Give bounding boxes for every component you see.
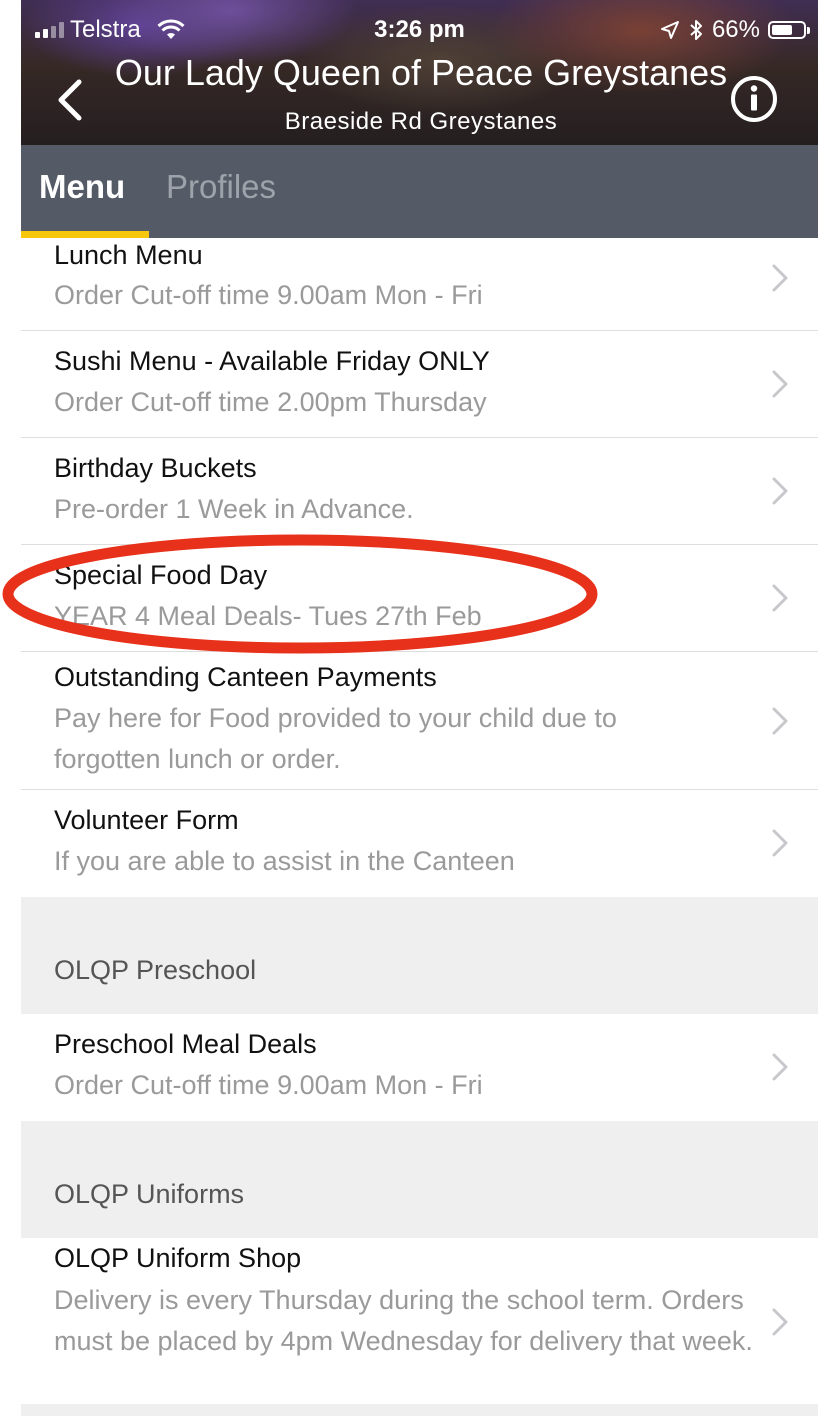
list-item-outstanding-payments[interactable]: Outstanding Canteen Payments Pay here fo… [21,652,818,790]
info-icon[interactable] [729,74,779,124]
page-title: Our Lady Queen of Peace Greystanes [114,52,728,93]
tab-menu[interactable]: Menu [39,145,125,238]
list-item-special-food-day[interactable]: Special Food Day YEAR 4 Meal Deals- Tues… [21,545,818,652]
chevron-right-icon [772,264,788,292]
list-item-subtitle: If you are able to assist in the Canteen [54,846,515,876]
section-label: OLQP Uniforms [54,1179,245,1209]
list-item-subtitle: Order Cut-off time 2.00pm Thursday [54,387,487,417]
menu-list: Lunch Menu Order Cut-off time 9.00am Mon… [21,238,818,1406]
section-label: OLQP Preschool [54,955,257,985]
tab-bar: Menu Profiles [21,145,818,238]
status-bar: Telstra 3:26 pm 66% [21,0,818,58]
bluetooth-icon [690,20,702,40]
chevron-right-icon [772,1308,788,1336]
active-tab-indicator [21,231,149,238]
chevron-right-icon [772,584,788,612]
battery-percent: 66% [711,16,760,43]
app-screen: Telstra 3:26 pm 66% Our Lady Queen of Pe… [21,0,818,1416]
chevron-left-icon [58,79,82,121]
list-item-subtitle: Order Cut-off time 9.00am Mon - Fri [54,1070,483,1100]
list-item-uniform-shop[interactable]: OLQP Uniform Shop Delivery is every Thur… [21,1238,818,1406]
list-item-title: OLQP Uniform Shop [54,1243,302,1273]
chevron-right-icon [772,707,788,735]
list-footer [21,1404,818,1416]
battery-level [772,25,792,35]
battery-icon [768,21,810,39]
list-item-subtitle: YEAR 4 Meal Deals- Tues 27th Feb [54,601,482,631]
list-item-volunteer-form[interactable]: Volunteer Form If you are able to assist… [21,790,818,897]
list-item-title: Lunch Menu [54,240,203,270]
list-item-sushi-menu[interactable]: Sushi Menu - Available Friday ONLY Order… [21,331,818,438]
list-item-subtitle: Pay here for Food provided to your child… [54,703,617,774]
list-item-preschool-meal-deals[interactable]: Preschool Meal Deals Order Cut-off time … [21,1014,818,1121]
chevron-right-icon [772,477,788,505]
chevron-right-icon [772,1053,788,1081]
tab-profiles[interactable]: Profiles [166,145,276,238]
status-right: 66% [660,16,810,44]
list-item-title: Sushi Menu - Available Friday ONLY [54,346,490,376]
list-item-subtitle: Delivery is every Thursday during the sc… [54,1285,753,1356]
list-item-subtitle: Pre-order 1 Week in Advance. [54,494,414,524]
section-header-preschool: OLQP Preschool [21,897,818,1014]
page-subtitle: Braeside Rd Greystanes [284,108,558,135]
list-item-title: Special Food Day [54,560,268,590]
list-item-title: Volunteer Form [54,805,239,835]
chevron-right-icon [772,829,788,857]
location-arrow-icon [660,21,679,39]
chevron-right-icon [772,370,788,398]
section-header-uniforms: OLQP Uniforms [21,1121,818,1238]
list-item-title: Outstanding Canteen Payments [54,662,437,692]
header: Telstra 3:26 pm 66% Our Lady Queen of Pe… [21,0,818,145]
list-item-birthday-buckets[interactable]: Birthday Buckets Pre-order 1 Week in Adv… [21,438,818,545]
list-item-title: Birthday Buckets [54,453,257,483]
list-item-title: Preschool Meal Deals [54,1029,317,1059]
list-item-lunch-menu[interactable]: Lunch Menu Order Cut-off time 9.00am Mon… [21,238,818,331]
list-item-subtitle: Order Cut-off time 9.00am Mon - Fri [54,280,483,310]
